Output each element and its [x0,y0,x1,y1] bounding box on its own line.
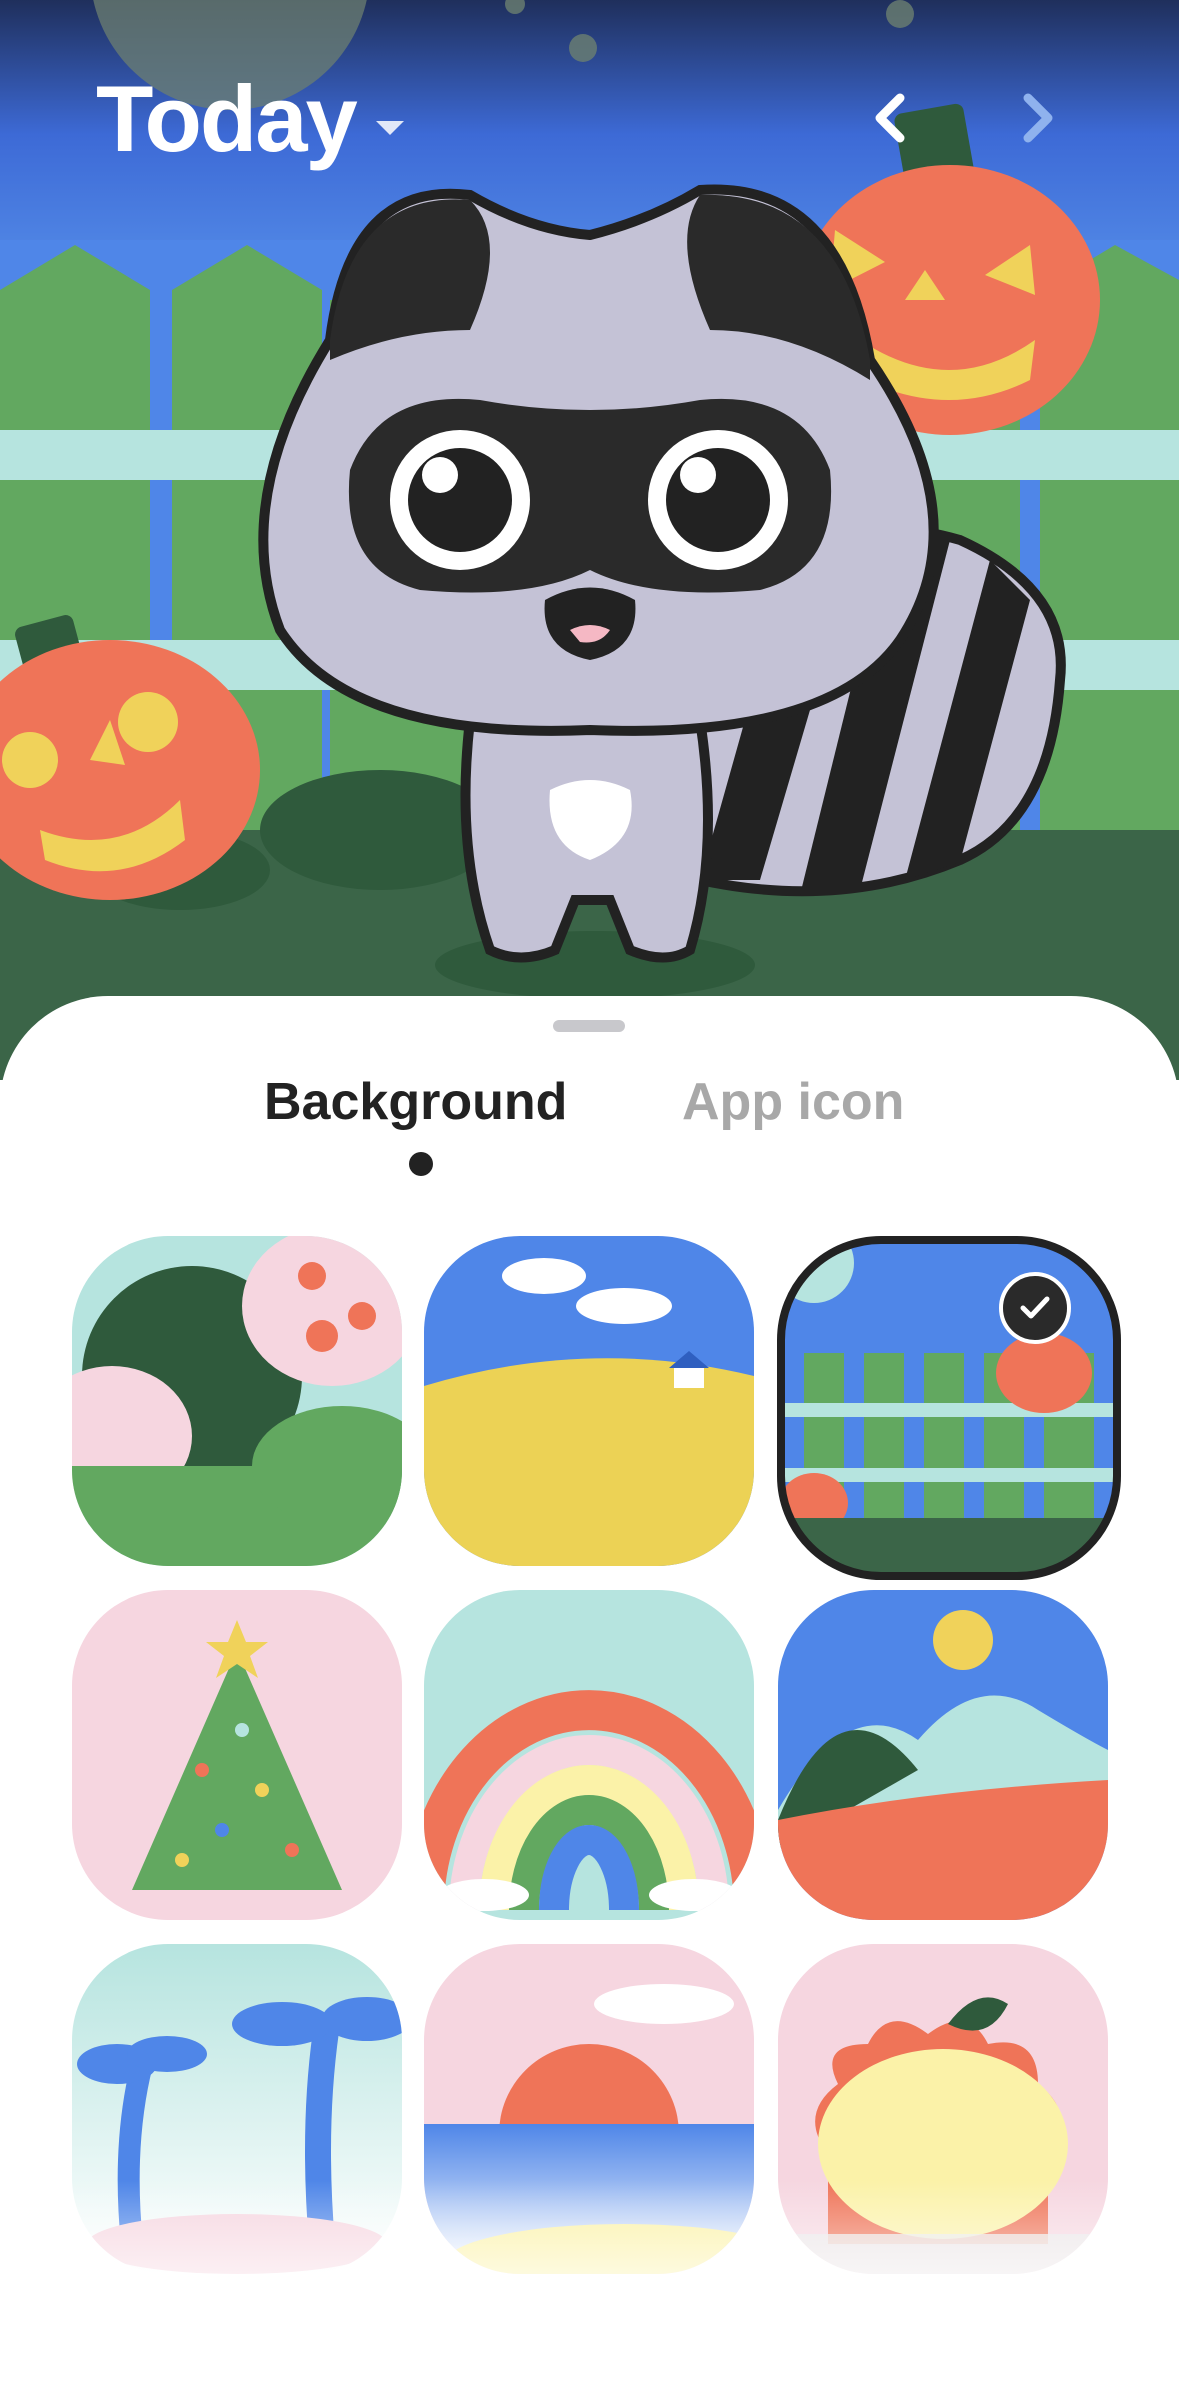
chevron-left-icon [875,93,905,143]
garden-thumbnail [72,1236,402,1566]
mountains-thumbnail [778,1590,1108,1920]
sheet-drag-handle[interactable] [553,1020,625,1032]
active-tab-indicator [409,1152,433,1176]
chevron-down-icon [375,121,404,135]
rainbow-thumbnail [424,1590,754,1920]
selected-frame [777,1236,1121,1580]
background-option-garden[interactable] [72,1236,402,1566]
next-day-button[interactable] [1006,88,1066,148]
date-selector[interactable]: Today [96,72,404,166]
field-thumbnail [424,1236,754,1566]
background-option-rainbow[interactable] [424,1590,754,1920]
chevron-right-icon [1023,93,1053,143]
page-title: Today [96,66,358,171]
checkmark-icon [999,1272,1071,1344]
bottom-fade [0,2180,1179,2396]
previous-day-button[interactable] [862,88,922,148]
tab-app-icon[interactable]: App icon [682,1076,904,1128]
background-option-mountains[interactable] [778,1590,1108,1920]
background-option-christmas[interactable] [72,1590,402,1920]
background-option-field[interactable] [424,1236,754,1566]
tab-background[interactable]: Background [264,1076,567,1128]
christmas-thumbnail [72,1590,402,1920]
